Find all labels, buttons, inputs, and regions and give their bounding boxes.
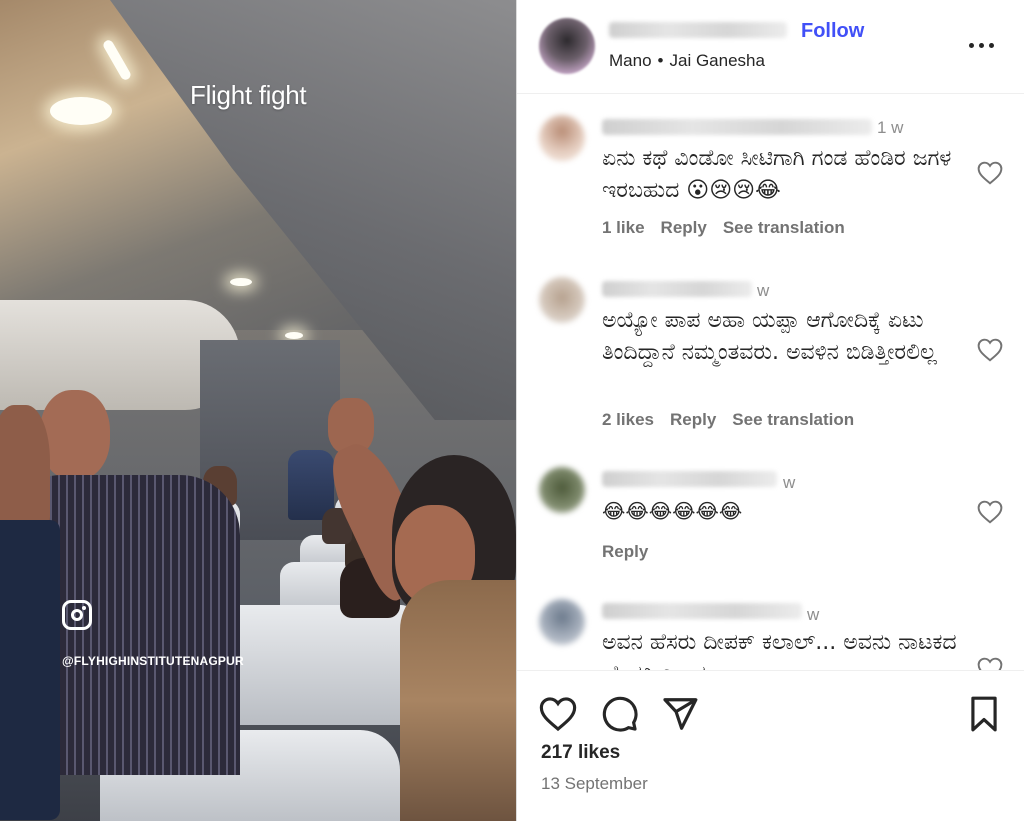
audio-artist: Mano [609, 51, 652, 70]
audio-title: Jai Ganesha [669, 51, 765, 70]
post-date: 13 September [541, 774, 648, 793]
see-translation-button[interactable]: See translation [723, 218, 845, 237]
cabin-light [285, 332, 303, 339]
comment-time: w [757, 281, 770, 300]
video-watermark: @FLYHIGHINSTITUTENAGPUR [62, 654, 244, 668]
commenter-username-blurred[interactable] [602, 281, 752, 297]
likes-count[interactable]: 217 likes [541, 742, 620, 764]
author-avatar[interactable] [539, 18, 595, 74]
audio-attribution[interactable]: Mano • Jai Ganesha [609, 51, 765, 71]
crew-uniform [0, 520, 60, 820]
comment-like-heart-icon[interactable] [977, 500, 1003, 524]
comment-likes[interactable]: 2 likes [602, 410, 654, 429]
follow-button[interactable]: Follow [801, 20, 864, 43]
like-heart-icon[interactable] [539, 695, 577, 733]
commenter-username-blurred[interactable] [602, 119, 872, 135]
see-translation-button[interactable]: See translation [732, 410, 854, 429]
save-bookmark-icon[interactable] [965, 695, 1003, 733]
comment-likes[interactable]: 1 like [602, 218, 645, 237]
reply-button[interactable]: Reply [670, 410, 716, 429]
cabin-light [50, 97, 112, 125]
instagram-icon [62, 600, 92, 630]
comment-time: 1 w [877, 118, 904, 137]
reply-button[interactable]: Reply [661, 218, 707, 237]
comment-like-heart-icon[interactable] [977, 161, 1003, 185]
video-overlay-title: Flight fight [190, 80, 307, 110]
commenter-avatar[interactable] [539, 115, 585, 161]
comment-time: w [807, 605, 820, 624]
comment-text: ಅಯ್ಯೋ ಪಾಪ ಅಹಾ ಯಪ್ಪಾ ಆಗೋದಿಕ್ಕೆ ಏಟು ತಿಂದಿದ… [602, 308, 937, 365]
commenter-username-blurred[interactable] [602, 603, 802, 619]
commenter-avatar[interactable] [539, 599, 585, 645]
share-send-icon[interactable] [661, 695, 699, 733]
commenter-avatar[interactable] [539, 467, 585, 513]
comment-actions: Reply [602, 542, 664, 562]
comments-list[interactable]: 1 w ಏನು ಕಥೆ ವಿಂಡೋ ಸೀಟಿಗಾಗಿ ಗಂಡ ಹೆಂಡಿರ ಜಗ… [517, 95, 1024, 670]
commenter-avatar[interactable] [539, 277, 585, 323]
comment-text: ಏನು ಕಥೆ ವಿಂಡೋ ಸೀಟಿಗಾಗಿ ಗಂಡ ಹೆಂಡಿರ ಜಗಳ ಇರ… [602, 146, 952, 203]
comment-like-heart-icon[interactable] [977, 338, 1003, 362]
comment-like-heart-icon[interactable] [977, 657, 1003, 670]
more-options-icon[interactable] [969, 32, 997, 56]
comment-actions: 1 like Reply See translation [602, 218, 861, 238]
comment-text: ಅವನ ಹೆಸರು ದೀಪಕ್ ಕಲಾಲ್... ಅವನು ನಾಟಕದ ಹೆಂಡ… [602, 630, 957, 670]
audio-separator: • [657, 51, 664, 70]
post-side-panel: Follow Mano • Jai Ganesha 1 w ಏನು ಕಥೆ ವಿಂಡ… [516, 0, 1024, 821]
comment-actions: 2 likes Reply See translation [602, 410, 870, 430]
seat [225, 605, 415, 725]
post-header: Follow Mano • Jai Ganesha [517, 0, 1024, 94]
cabin-light [230, 278, 252, 286]
comment-text: 😂😂😂😂😂😂 [602, 499, 743, 523]
comment-time: w [783, 473, 796, 492]
author-username-blurred[interactable] [609, 22, 787, 38]
man-head [40, 390, 110, 480]
comment-bubble-icon[interactable] [601, 695, 639, 733]
commenter-username-blurred[interactable] [602, 471, 777, 487]
post-video[interactable]: Flight fight @FLYHIGHINSTITUTENAGPUR [0, 0, 516, 821]
reply-button[interactable]: Reply [602, 542, 648, 561]
woman-saree [400, 580, 516, 821]
